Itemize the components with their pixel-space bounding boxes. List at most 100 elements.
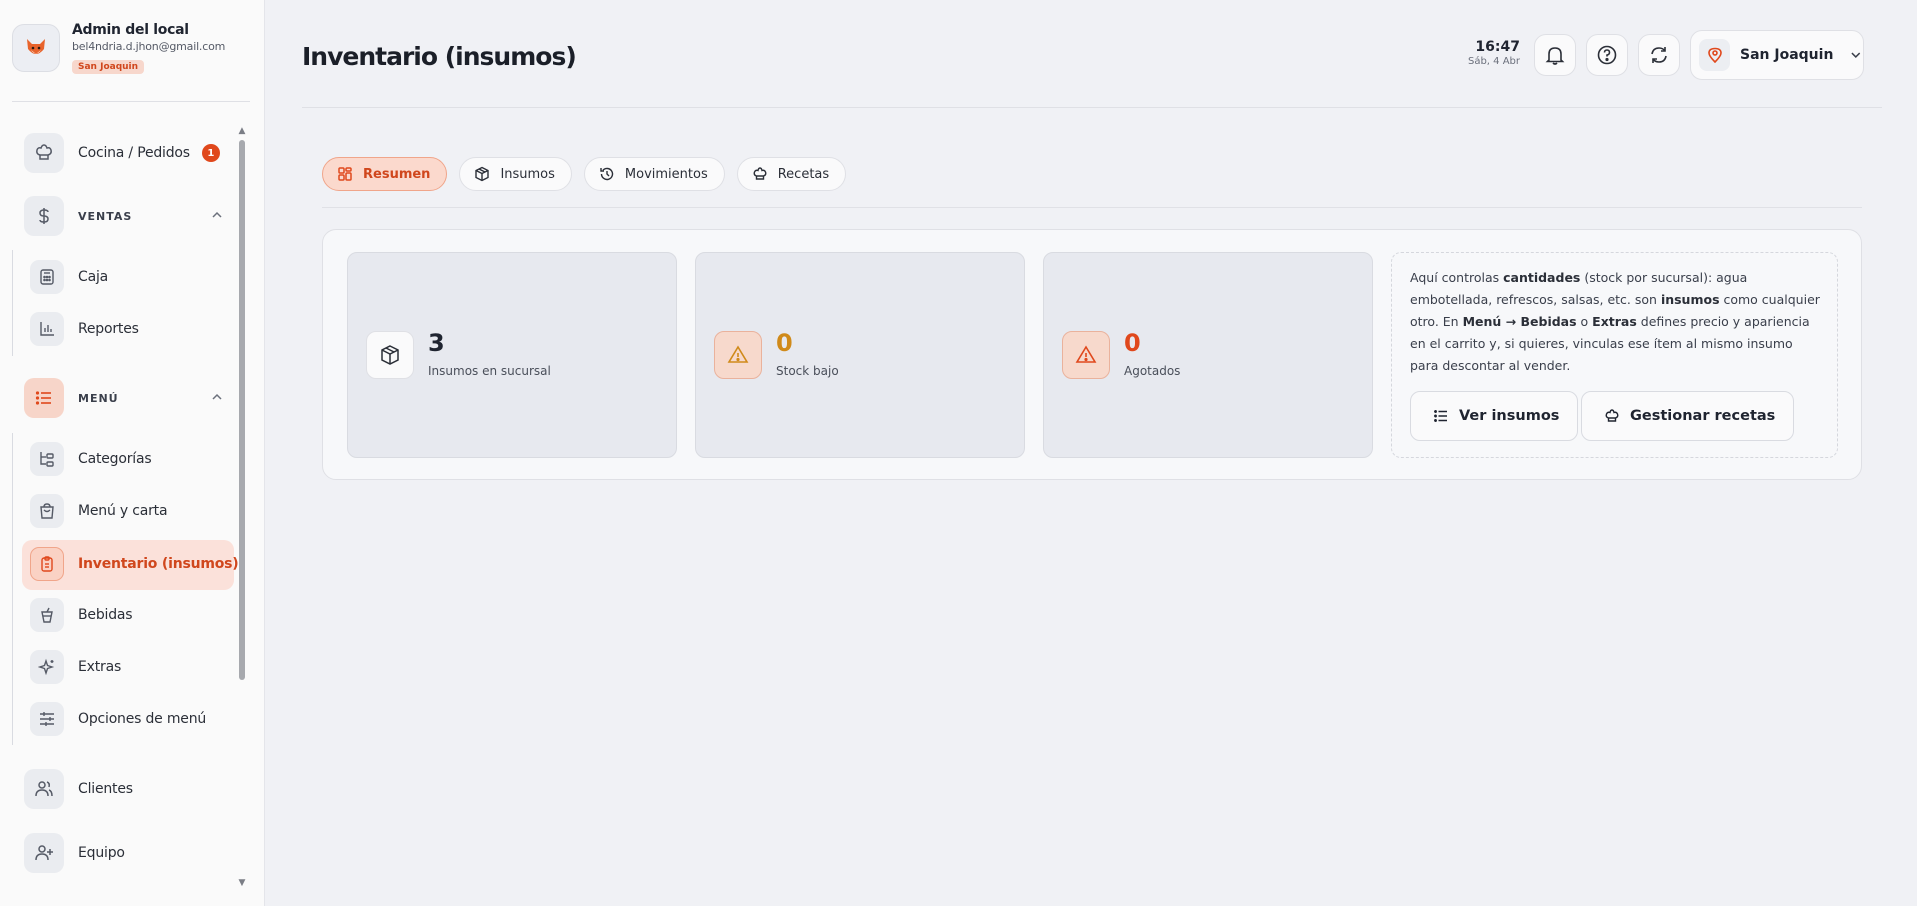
info-text-part: Aquí controlas xyxy=(1410,270,1504,285)
sidebar-item-caja[interactable]: Caja xyxy=(30,259,108,295)
sidebar-item-inventario[interactable]: Inventario (insumos) xyxy=(30,546,239,582)
chevron-up-icon xyxy=(212,211,222,218)
help-circle-icon xyxy=(1597,45,1617,65)
stat-value: 0 xyxy=(776,329,793,357)
tab-movimientos[interactable]: Movimientos xyxy=(583,157,725,191)
sidebar-item-label: Equipo xyxy=(78,845,125,861)
sidebar: Admin del local bel4ndria.d.jhon@gmail.c… xyxy=(0,0,265,906)
calculator-icon xyxy=(30,260,64,294)
sidebar-item-reportes[interactable]: Reportes xyxy=(30,311,139,347)
sidebar-item-bebidas[interactable]: Bebidas xyxy=(30,597,133,633)
info-text-part: o xyxy=(1576,314,1593,329)
bar-chart-icon xyxy=(30,312,64,346)
list-icon xyxy=(1434,410,1447,422)
tab-bar: Resumen Insumos Movimientos Recetas xyxy=(322,157,847,191)
user-plus-icon xyxy=(24,833,64,873)
sidebar-item-label: Reportes xyxy=(78,321,139,337)
sidebar-item-clientes[interactable]: Clientes xyxy=(24,769,133,809)
info-text-bold: Menú → Bebidas xyxy=(1462,314,1577,329)
branch-badge: San Joaquin xyxy=(72,60,145,74)
sidebar-item-equipo[interactable]: Equipo xyxy=(24,833,125,873)
sidebar-section-ventas[interactable]: VENTAS xyxy=(24,196,234,236)
sidebar-item-label: Caja xyxy=(78,269,109,285)
tab-resumen[interactable]: Resumen xyxy=(322,157,448,191)
info-panel: Aquí controlas cantidades (stock por suc… xyxy=(1391,252,1838,458)
refresh-button[interactable] xyxy=(1638,34,1680,76)
scroll-thumb[interactable] xyxy=(239,140,245,680)
sidebar-scrollbar[interactable]: ▲ ▼ xyxy=(237,126,247,892)
sidebar-item-label: Clientes xyxy=(78,781,133,797)
tab-label: Resumen xyxy=(363,166,431,182)
help-button[interactable] xyxy=(1586,34,1628,76)
tabs-divider xyxy=(322,207,1862,208)
bell-icon xyxy=(1545,47,1565,65)
sidebar-section-menu[interactable]: MENÚ xyxy=(24,378,234,418)
chevron-up-icon xyxy=(212,393,222,400)
package-icon xyxy=(475,166,490,182)
sidebar-item-menu-carta[interactable]: Menú y carta xyxy=(30,493,168,529)
sidebar-item-label: Opciones de menú xyxy=(78,711,207,727)
chef-hat-icon xyxy=(24,133,64,173)
clock: 16:47 Sáb, 4 Abr xyxy=(1440,39,1520,67)
section-label: VENTAS xyxy=(78,209,133,223)
orders-count-badge: 1 xyxy=(201,144,220,162)
tab-label: Recetas xyxy=(777,166,830,182)
gestionar-recetas-button[interactable]: Gestionar recetas xyxy=(1581,391,1795,441)
avatar[interactable] xyxy=(12,24,60,72)
stat-label: Stock bajo xyxy=(776,364,839,378)
folder-tree-icon xyxy=(30,442,64,476)
cup-icon xyxy=(30,598,64,632)
section-label: MENÚ xyxy=(78,391,119,405)
notifications-button[interactable] xyxy=(1534,34,1576,76)
scroll-down-arrow[interactable]: ▼ xyxy=(237,878,247,888)
button-label: Gestionar recetas xyxy=(1630,408,1776,424)
chef-hat-icon xyxy=(1605,409,1619,422)
profile-email: bel4ndria.d.jhon@gmail.com xyxy=(72,40,226,53)
users-icon xyxy=(24,769,64,809)
chevron-down-icon xyxy=(1851,52,1861,58)
button-label: Ver insumos xyxy=(1459,408,1560,424)
fox-logo-icon xyxy=(27,39,45,54)
map-pin-icon xyxy=(1699,39,1731,71)
profile-card: Admin del local bel4ndria.d.jhon@gmail.c… xyxy=(12,18,250,102)
clock-date: Sáb, 4 Abr xyxy=(1467,56,1520,67)
section-divider xyxy=(12,250,13,356)
warning-triangle-icon xyxy=(714,331,762,379)
stat-value: 3 xyxy=(428,329,445,357)
stat-value: 0 xyxy=(1124,329,1141,357)
tab-recetas[interactable]: Recetas xyxy=(736,157,847,191)
stat-label: Agotados xyxy=(1124,364,1181,378)
ver-insumos-button[interactable]: Ver insumos xyxy=(1410,391,1579,441)
sidebar-item-cocina-pedidos[interactable]: Cocina / Pedidos 1 xyxy=(24,133,220,173)
sidebar-item-opciones-menu[interactable]: Opciones de menú xyxy=(30,701,206,737)
warning-triangle-icon xyxy=(1062,331,1110,379)
tab-label: Insumos xyxy=(500,166,555,182)
stat-insumos-en-sucursal: 3 Insumos en sucursal xyxy=(347,252,677,458)
shopping-bag-icon xyxy=(30,494,64,528)
sidebar-item-extras[interactable]: Extras xyxy=(30,649,121,685)
profile-name: Admin del local xyxy=(72,22,189,38)
tab-insumos[interactable]: Insumos xyxy=(459,157,572,191)
sidebar-item-categorias[interactable]: Categorías xyxy=(30,441,152,477)
page-title: Inventario (insumos) xyxy=(302,42,577,71)
summary-card: 3 Insumos en sucursal 0 Stock bajo 0 Ago… xyxy=(322,229,1862,480)
branch-selector[interactable]: San Joaquin xyxy=(1690,30,1864,80)
layout-grid-icon xyxy=(338,167,352,181)
stat-agotados: 0 Agotados xyxy=(1043,252,1373,458)
sidebar-item-label: Categorías xyxy=(78,451,152,467)
stat-stock-bajo: 0 Stock bajo xyxy=(695,252,1025,458)
info-text: Aquí controlas cantidades (stock por suc… xyxy=(1410,267,1820,377)
info-text-bold: Extras xyxy=(1592,314,1637,329)
info-text-bold: cantidades xyxy=(1503,270,1581,285)
tab-label: Movimientos xyxy=(624,166,708,182)
clock-time: 16:47 xyxy=(1475,39,1520,55)
sidebar-item-label: Extras xyxy=(78,659,122,675)
sidebar-item-label: Menú y carta xyxy=(78,503,168,519)
refresh-icon xyxy=(1651,47,1667,63)
scroll-up-arrow[interactable]: ▲ xyxy=(237,126,247,136)
header-divider xyxy=(302,107,1882,108)
sliders-icon xyxy=(30,702,64,736)
sparkles-icon xyxy=(30,650,64,684)
clipboard-icon xyxy=(30,547,64,581)
package-icon xyxy=(366,331,414,379)
